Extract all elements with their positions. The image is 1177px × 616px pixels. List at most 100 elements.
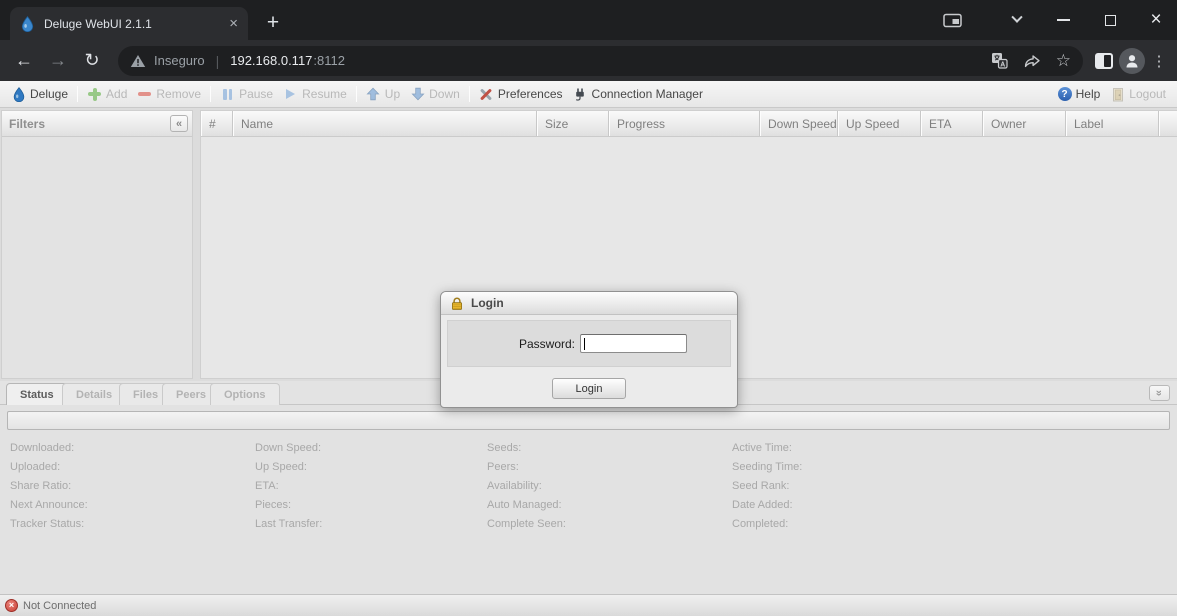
column-header-down-speed[interactable]: Down Speed xyxy=(760,111,838,136)
label-next-announce: Next Announce: xyxy=(10,496,88,515)
label-up-speed: Up Speed: xyxy=(255,458,322,477)
remove-torrent-button[interactable]: Remove xyxy=(132,83,206,105)
label-auto-managed: Auto Managed: xyxy=(487,496,566,515)
preferences-button[interactable]: Preferences xyxy=(474,83,568,105)
address-bar[interactable]: Inseguro | 192.168.0.117 :8112 ☆ xyxy=(118,46,1083,76)
logout-door-icon xyxy=(1110,87,1125,102)
side-panel-icon[interactable] xyxy=(1095,53,1113,69)
label-share-ratio: Share Ratio: xyxy=(10,477,88,496)
add-torrent-button[interactable]: Add xyxy=(82,83,132,105)
window-close-button[interactable]: × xyxy=(1142,0,1170,40)
resume-button[interactable]: Resume xyxy=(278,83,352,105)
password-input[interactable] xyxy=(580,334,687,353)
label-complete-seen: Complete Seen: xyxy=(487,515,566,534)
help-button[interactable]: ? Help xyxy=(1053,83,1106,105)
column-header-label[interactable]: Label xyxy=(1066,111,1159,136)
column-header-size[interactable]: Size xyxy=(537,111,609,136)
add-icon xyxy=(87,87,102,102)
column-header-progress[interactable]: Progress xyxy=(609,111,760,136)
translate-icon[interactable] xyxy=(991,52,1008,69)
back-button[interactable]: ← xyxy=(10,47,38,75)
down-arrow-icon xyxy=(410,87,425,102)
help-icon: ? xyxy=(1058,87,1072,101)
label-last-transfer: Last Transfer: xyxy=(255,515,322,534)
maximize-button[interactable] xyxy=(1096,0,1124,40)
label-downloaded: Downloaded: xyxy=(10,439,88,458)
share-icon[interactable] xyxy=(1023,53,1041,68)
forward-button[interactable]: → xyxy=(44,47,72,75)
resume-icon xyxy=(283,87,298,102)
pause-button[interactable]: Pause xyxy=(215,83,278,105)
security-label: Inseguro xyxy=(154,53,205,68)
connection-status-text[interactable]: Not Connected xyxy=(23,600,96,612)
filters-panel: Filters « xyxy=(1,110,193,379)
column-header-filler xyxy=(1159,111,1177,136)
label-eta: ETA: xyxy=(255,477,322,496)
new-tab-button[interactable]: + xyxy=(258,8,288,38)
collapse-filters-button[interactable]: « xyxy=(170,115,188,132)
login-dialog: Login Password: Login xyxy=(440,291,738,408)
column-header-name[interactable]: Name xyxy=(233,111,537,136)
tab-preview-icon[interactable] xyxy=(938,0,968,40)
tab-options[interactable]: Options xyxy=(210,383,280,405)
browser-tab[interactable]: Deluge WebUI 2.1.1 × xyxy=(10,7,248,40)
connection-manager-button[interactable]: Connection Manager xyxy=(568,83,708,105)
column-header-owner[interactable]: Owner xyxy=(983,111,1066,136)
insecure-warning-icon xyxy=(130,54,146,68)
browser-tab-strip: Deluge WebUI 2.1.1 × + × xyxy=(0,0,1177,40)
up-arrow-icon xyxy=(366,87,381,102)
label-seeds: Seeds: xyxy=(487,439,566,458)
queue-up-button[interactable]: Up xyxy=(361,83,405,105)
person-icon xyxy=(1124,53,1140,69)
address-divider: | xyxy=(213,53,223,69)
text-caret xyxy=(584,338,585,350)
column-header-number[interactable]: # xyxy=(201,111,233,136)
profile-avatar[interactable] xyxy=(1119,48,1145,74)
login-form: Password: xyxy=(447,320,731,367)
deluge-favicon-icon xyxy=(20,16,35,32)
preferences-icon xyxy=(479,87,494,102)
address-port: :8112 xyxy=(313,53,345,68)
login-dialog-title: Login xyxy=(471,296,504,310)
status-labels-col1: Downloaded: Uploaded: Share Ratio: Next … xyxy=(10,439,88,534)
toolbar-separator xyxy=(356,86,357,102)
label-tracker-status: Tracker Status: xyxy=(10,515,88,534)
column-header-eta[interactable]: ETA xyxy=(921,111,983,136)
toolbar-separator xyxy=(469,86,470,102)
status-labels-col2: Down Speed: Up Speed: ETA: Pieces: Last … xyxy=(255,439,322,534)
status-labels-col4: Active Time: Seeding Time: Seed Rank: Da… xyxy=(732,439,802,534)
toolbar-separator xyxy=(77,86,78,102)
logout-button[interactable]: Logout xyxy=(1105,83,1171,105)
plug-icon xyxy=(573,87,588,102)
login-dialog-titlebar[interactable]: Login xyxy=(441,292,737,315)
lock-icon xyxy=(450,296,464,311)
torrent-progress-bar xyxy=(7,411,1170,430)
deluge-logo-icon xyxy=(11,87,26,102)
deluge-menu-button[interactable]: Deluge xyxy=(6,83,73,105)
label-availability: Availability: xyxy=(487,477,566,496)
tab-close-icon[interactable]: × xyxy=(229,16,238,31)
grid-header: # Name Size Progress Down Speed Up Speed… xyxy=(201,111,1177,137)
login-button[interactable]: Login xyxy=(552,378,626,399)
minimize-button[interactable] xyxy=(1049,0,1077,40)
password-label: Password: xyxy=(519,337,575,351)
label-down-speed: Down Speed: xyxy=(255,439,322,458)
toolbar-separator xyxy=(210,86,211,102)
tab-details[interactable]: Details xyxy=(62,383,126,405)
label-uploaded: Uploaded: xyxy=(10,458,88,477)
label-completed: Completed: xyxy=(732,515,802,534)
detail-panel: Status Details Files Peers Options « Dow… xyxy=(0,381,1177,594)
queue-down-button[interactable]: Down xyxy=(405,83,465,105)
filters-header: Filters « xyxy=(2,111,192,137)
tab-status[interactable]: Status xyxy=(6,383,68,405)
not-connected-icon: × xyxy=(5,599,18,612)
label-pieces: Pieces: xyxy=(255,496,322,515)
column-header-up-speed[interactable]: Up Speed xyxy=(838,111,921,136)
browser-menu-icon[interactable]: ⋮ xyxy=(1151,52,1167,70)
reload-button[interactable]: ↻ xyxy=(78,47,106,75)
bookmark-star-icon[interactable]: ☆ xyxy=(1056,51,1071,71)
label-date-added: Date Added: xyxy=(732,496,802,515)
filters-title: Filters xyxy=(2,117,170,131)
tab-search-chevron-icon[interactable] xyxy=(1003,0,1031,40)
collapse-panel-button[interactable]: « xyxy=(1149,385,1170,401)
